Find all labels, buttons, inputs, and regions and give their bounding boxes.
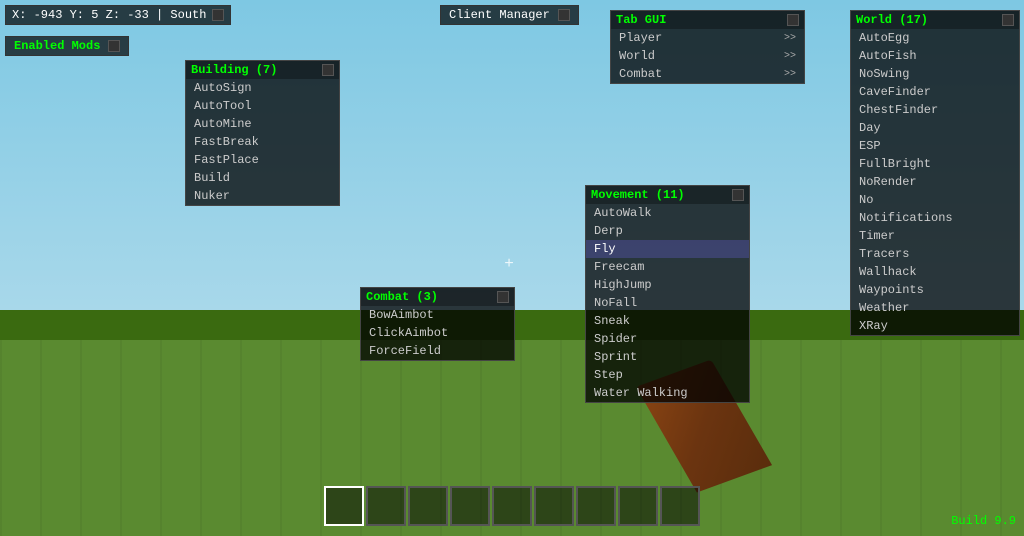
building-item-fastbreak[interactable]: FastBreak [186, 133, 339, 151]
enabled-mods-bar[interactable]: Enabled Mods [5, 36, 129, 56]
movement-item-highjump[interactable]: HighJump [586, 276, 749, 294]
client-manager-bar[interactable]: Client Manager [440, 5, 579, 25]
tab-gui-player[interactable]: Player >> [611, 29, 804, 47]
hotbar-slot-5[interactable] [534, 486, 574, 526]
tab-gui-window: Tab GUI Player >> World >> Combat >> [610, 10, 805, 84]
movement-window-header: Movement (11) [586, 186, 749, 204]
combat-item-clickaimbot[interactable]: ClickAimbot [361, 324, 514, 342]
world-item-wallhack[interactable]: Wallhack [851, 263, 1019, 281]
combat-item-bowaimbot[interactable]: BowAimbot [361, 306, 514, 324]
movement-window: Movement (11) AutoWalk Derp Fly Freecam … [585, 185, 750, 403]
world-item-timer[interactable]: Timer [851, 227, 1019, 245]
hotbar [324, 486, 700, 526]
hotbar-slot-7[interactable] [618, 486, 658, 526]
movement-item-nofall[interactable]: NoFall [586, 294, 749, 312]
building-item-autotool[interactable]: AutoTool [186, 97, 339, 115]
world-item-notifications[interactable]: Notifications [851, 209, 1019, 227]
world-item-fullbright[interactable]: FullBright [851, 155, 1019, 173]
tab-gui-window-close[interactable] [787, 14, 799, 26]
world-item-tracers[interactable]: Tracers [851, 245, 1019, 263]
tab-gui-player-label: Player [619, 31, 662, 45]
tab-gui-world-label: World [619, 49, 655, 63]
world-item-noswing[interactable]: NoSwing [851, 65, 1019, 83]
movement-item-step[interactable]: Step [586, 366, 749, 384]
client-manager-label: Client Manager [449, 8, 550, 22]
client-manager-checkbox[interactable] [558, 9, 570, 21]
movement-window-title: Movement (11) [591, 188, 685, 202]
world-item-no[interactable]: No [851, 191, 1019, 209]
building-item-nuker[interactable]: Nuker [186, 187, 339, 205]
building-window-title: Building (7) [191, 63, 277, 77]
enabled-mods-checkbox[interactable] [108, 40, 120, 52]
building-item-automine[interactable]: AutoMine [186, 115, 339, 133]
tab-gui-combat-label: Combat [619, 67, 662, 81]
world-window-header: World (17) [851, 11, 1019, 29]
combat-window: Combat (3) BowAimbot ClickAimbot ForceFi… [360, 287, 515, 361]
coordinates-text: X: -943 Y: 5 Z: -33 | South [12, 8, 206, 22]
world-item-autofish[interactable]: AutoFish [851, 47, 1019, 65]
coords-checkbox[interactable] [212, 9, 224, 21]
world-window-title: World (17) [856, 13, 928, 27]
world-item-day[interactable]: Day [851, 119, 1019, 137]
world-item-weather[interactable]: Weather [851, 299, 1019, 317]
movement-item-fly[interactable]: Fly [586, 240, 749, 258]
movement-item-sneak[interactable]: Sneak [586, 312, 749, 330]
coordinates-bar: X: -943 Y: 5 Z: -33 | South [5, 5, 231, 25]
world-item-waypoints[interactable]: Waypoints [851, 281, 1019, 299]
movement-window-close[interactable] [732, 189, 744, 201]
world-item-esp[interactable]: ESP [851, 137, 1019, 155]
world-item-xray[interactable]: XRay [851, 317, 1019, 335]
movement-item-spider[interactable]: Spider [586, 330, 749, 348]
hotbar-slot-6[interactable] [576, 486, 616, 526]
build-version: Build 9.9 [951, 514, 1016, 528]
hotbar-slot-1[interactable] [366, 486, 406, 526]
building-window-close[interactable] [322, 64, 334, 76]
movement-item-sprint[interactable]: Sprint [586, 348, 749, 366]
world-window-close[interactable] [1002, 14, 1014, 26]
building-item-autosign[interactable]: AutoSign [186, 79, 339, 97]
hotbar-slot-0[interactable] [324, 486, 364, 526]
hotbar-slot-2[interactable] [408, 486, 448, 526]
hotbar-slot-8[interactable] [660, 486, 700, 526]
crosshair: + [504, 255, 514, 273]
tab-gui-combat-arrow: >> [784, 69, 796, 80]
combat-window-title: Combat (3) [366, 290, 438, 304]
tab-gui-combat[interactable]: Combat >> [611, 65, 804, 83]
hotbar-slot-4[interactable] [492, 486, 532, 526]
tab-gui-player-arrow: >> [784, 33, 796, 44]
movement-item-waterwalking[interactable]: Water Walking [586, 384, 749, 402]
world-window: World (17) AutoEgg AutoFish NoSwing Cave… [850, 10, 1020, 336]
movement-item-autowalk[interactable]: AutoWalk [586, 204, 749, 222]
combat-window-close[interactable] [497, 291, 509, 303]
combat-item-forcefield[interactable]: ForceField [361, 342, 514, 360]
combat-window-header: Combat (3) [361, 288, 514, 306]
tab-gui-window-header: Tab GUI [611, 11, 804, 29]
tab-gui-world[interactable]: World >> [611, 47, 804, 65]
building-window-header: Building (7) [186, 61, 339, 79]
hotbar-slot-3[interactable] [450, 486, 490, 526]
world-item-autoegg[interactable]: AutoEgg [851, 29, 1019, 47]
world-item-cavefinder[interactable]: CaveFinder [851, 83, 1019, 101]
movement-item-freecam[interactable]: Freecam [586, 258, 749, 276]
tab-gui-window-title: Tab GUI [616, 13, 666, 27]
world-item-norender[interactable]: NoRender [851, 173, 1019, 191]
world-item-chestfinder[interactable]: ChestFinder [851, 101, 1019, 119]
movement-item-derp[interactable]: Derp [586, 222, 749, 240]
enabled-mods-label: Enabled Mods [14, 39, 100, 53]
building-item-fastplace[interactable]: FastPlace [186, 151, 339, 169]
tab-gui-world-arrow: >> [784, 51, 796, 62]
building-item-build[interactable]: Build [186, 169, 339, 187]
building-window: Building (7) AutoSign AutoTool AutoMine … [185, 60, 340, 206]
